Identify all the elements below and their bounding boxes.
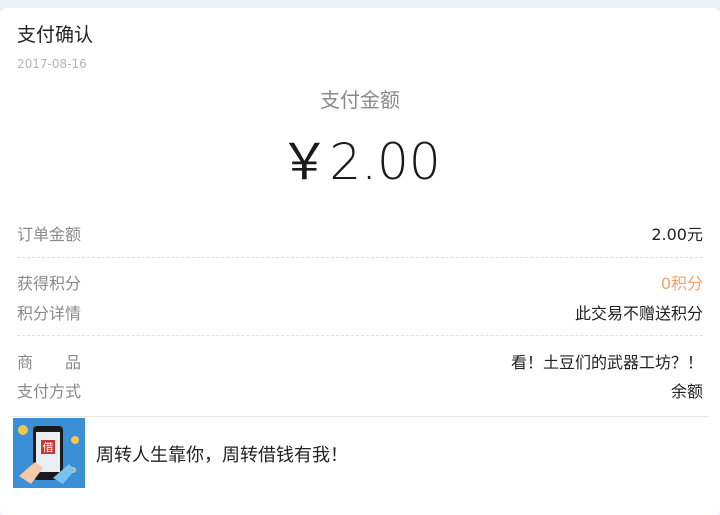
promo-text[interactable]: 周转人生靠你，周转借钱有我！ [96, 441, 348, 467]
divider [12, 416, 708, 417]
product-row: 商 品 看！土豆们的武器工坊？！ [17, 349, 703, 375]
page-title: 支付确认 [17, 24, 94, 46]
phone-loan-icon[interactable]: 借 [13, 418, 85, 488]
divider [17, 335, 703, 336]
points-earned-label: 获得积分 [17, 274, 82, 293]
order-amount-label: 订单金额 [17, 225, 82, 244]
points-detail-label: 积分详情 [17, 304, 82, 323]
transaction-date: 2017-08-16 [17, 57, 87, 71]
pay-method-row: 支付方式 余额 [17, 378, 703, 404]
points-detail-row: 积分详情 此交易不赠送积分 [17, 300, 703, 326]
pay-method-label: 支付方式 [17, 382, 82, 401]
points-detail-value: 此交易不赠送积分 [574, 304, 703, 323]
payment-amount: ￥2.00 [279, 133, 441, 191]
points-earned-row: 获得积分 0积分 [17, 270, 703, 296]
product-value: 看！土豆们的武器工坊？！ [510, 353, 703, 372]
loan-glyph: 借 [43, 441, 54, 454]
amount-label: 支付金额 [320, 88, 400, 112]
order-amount-value: 2.00元 [651, 225, 703, 244]
product-label: 商 品 [17, 353, 82, 372]
divider [17, 257, 703, 258]
order-amount-row: 订单金额 2.00元 [17, 221, 703, 247]
pay-method-value: 余额 [670, 382, 703, 401]
points-earned-value: 0积分 [660, 274, 703, 293]
